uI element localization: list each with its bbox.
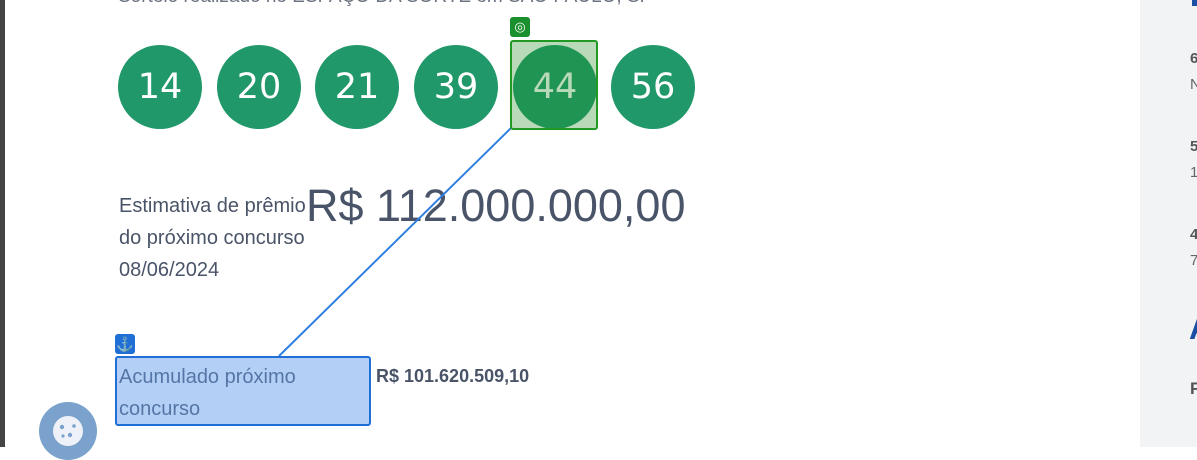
anchor-icon: ⚓ bbox=[115, 334, 135, 354]
target-highlight-box bbox=[510, 40, 598, 130]
sidebar-line: 4 bbox=[1190, 226, 1197, 243]
sidebar-heading: A bbox=[1189, 310, 1197, 347]
sidebar-line: 7 bbox=[1190, 252, 1197, 269]
sidebar-accent-bar bbox=[1192, 0, 1197, 6]
right-sidebar bbox=[1140, 0, 1197, 447]
target-icon: ◎ bbox=[510, 17, 530, 37]
anchor-highlight-box bbox=[115, 356, 371, 426]
sidebar-line: F bbox=[1190, 379, 1197, 398]
cookie-settings-button[interactable] bbox=[39, 402, 97, 460]
cookie-icon bbox=[53, 416, 83, 446]
sidebar-line: 1 bbox=[1190, 164, 1197, 181]
sidebar-line: 5 bbox=[1190, 138, 1197, 155]
sidebar-line: 6 bbox=[1190, 50, 1197, 67]
sidebar-line: N bbox=[1190, 76, 1197, 93]
